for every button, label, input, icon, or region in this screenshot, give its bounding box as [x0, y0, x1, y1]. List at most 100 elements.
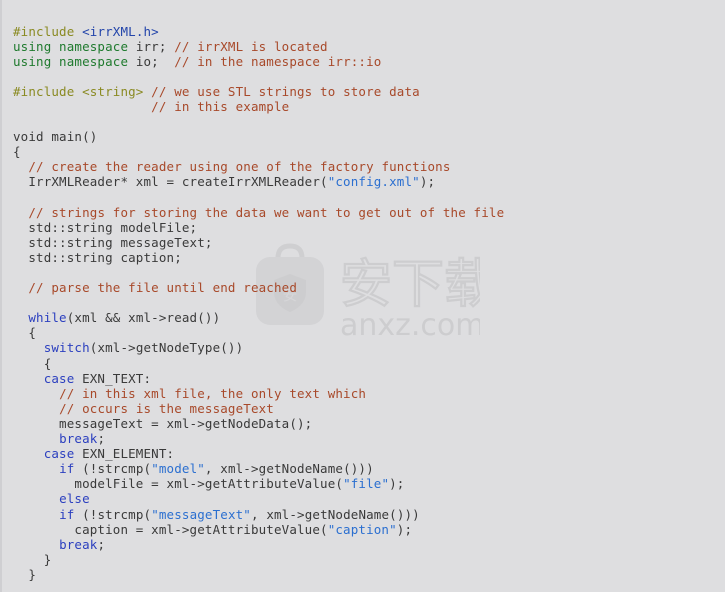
code-line: if (!strcmp("messageText", xml->getNodeN… — [13, 507, 725, 522]
code-token-pln: std::string caption; — [13, 249, 182, 265]
code-token-pln — [13, 491, 59, 506]
code-token-pln — [13, 461, 59, 476]
code-snippet-viewer: 安 安下载 anxz.com #include <irrXML.h> using… — [0, 0, 725, 592]
code-token-pln: std::string modelFile; — [13, 219, 198, 235]
code-token-pln: EXN_TEXT: — [74, 370, 152, 386]
code-token-kw: case — [43, 370, 75, 386]
code-token-pln — [13, 99, 151, 114]
code-line: { — [13, 325, 725, 340]
code-token-kw: case — [43, 446, 75, 462]
code-token-pln: { — [13, 144, 21, 160]
code-token-pln — [13, 159, 28, 174]
code-token-pln: (xml->getNodeType()) — [89, 340, 244, 356]
code-line: // in this example — [13, 99, 725, 114]
code-token-pln: messageText = xml->getNodeData(); — [13, 415, 313, 431]
code-token-pln: std::string messageText; — [13, 234, 213, 250]
code-line: // strings for storing the data we want … — [13, 205, 725, 220]
code-line: modelFile = xml->getAttributeValue("file… — [13, 476, 725, 491]
code-line: std::string caption; — [13, 250, 725, 265]
code-token-pln: ); — [389, 476, 405, 492]
code-line: void main() — [13, 129, 725, 144]
code-token-ns: using namespace — [13, 53, 129, 69]
code-token-pln — [13, 280, 28, 295]
code-token-pln: (!strcmp( — [74, 506, 152, 522]
code-token-str: "caption" — [327, 521, 397, 537]
code-token-pln — [13, 386, 59, 401]
code-token-pln: } — [13, 551, 52, 567]
code-token-pln: (!strcmp( — [74, 461, 152, 477]
code-token-pln — [13, 371, 44, 386]
code-token-pln: ; — [97, 431, 106, 447]
code-token-pln: } — [13, 566, 37, 582]
code-token-ns: using namespace — [13, 38, 129, 54]
code-token-str: "model" — [151, 461, 205, 477]
code-line: } — [13, 552, 725, 567]
code-token-pln: (xml && xml->read()) — [66, 310, 221, 326]
code-token-pln: irr; — [128, 38, 175, 54]
code-line: // parse the file until end reached — [13, 280, 725, 295]
code-token-pln — [13, 401, 59, 416]
code-line: break; — [13, 537, 725, 552]
code-line: } — [13, 567, 725, 582]
code-token-kw: switch — [43, 340, 90, 356]
code-token-pln: ; — [97, 536, 106, 552]
code-token-pre: #include <string> — [13, 83, 152, 99]
code-token-pln: IrrXMLReader* xml = createIrrXMLReader( — [13, 174, 328, 190]
code-line: { — [13, 144, 725, 159]
code-line: { — [13, 356, 725, 371]
code-line: break; — [13, 431, 725, 446]
code-token-pln — [13, 340, 44, 355]
code-line: #include <string> // we use STL strings … — [13, 84, 725, 99]
code-line: #include <irrXML.h> — [13, 24, 725, 39]
code-token-pln — [13, 446, 44, 461]
code-token-cmt: // occurs is the messageText — [59, 400, 274, 416]
code-token-kw: if — [59, 506, 75, 522]
code-line: // create the reader using one of the fa… — [13, 159, 725, 174]
code-line: case EXN_ELEMENT: — [13, 446, 725, 461]
code-token-pln: EXN_ELEMENT: — [74, 446, 175, 462]
code-token-pln: ); — [419, 174, 436, 190]
code-line: case EXN_TEXT: — [13, 371, 725, 386]
code-token-pln — [13, 537, 59, 552]
code-token-inc: <irrXML.h> — [82, 23, 159, 39]
code-token-kw: if — [59, 461, 75, 477]
code-line: while(xml && xml->read()) — [13, 310, 725, 325]
code-line: using namespace irr; // irrXML is locate… — [13, 39, 725, 54]
code-token-kw: break — [59, 536, 98, 552]
code-line: caption = xml->getAttributeValue("captio… — [13, 522, 725, 537]
code-token-cmt: // in the namespace irr::io — [174, 53, 382, 69]
code-line: std::string modelFile; — [13, 220, 725, 235]
code-line: // occurs is the messageText — [13, 401, 725, 416]
code-line: using namespace io; // in the namespace … — [13, 54, 725, 69]
code-block[interactable]: #include <irrXML.h> using namespace irr;… — [2, 13, 725, 592]
code-token-cmt: // in this xml file, the only text which — [59, 385, 367, 401]
code-line: switch(xml->getNodeType()) — [13, 340, 725, 355]
code-token-pln: { — [13, 355, 52, 371]
code-token-pre: #include — [13, 23, 83, 39]
code-token-kw: while — [28, 310, 67, 326]
code-token-cmt: // create the reader using one of the fa… — [28, 159, 451, 175]
code-token-cmt: // strings for storing the data we want … — [28, 204, 505, 220]
code-token-pln: caption = xml->getAttributeValue( — [13, 521, 328, 537]
code-token-pln: modelFile = xml->getAttributeValue( — [13, 476, 344, 492]
code-token-kw: else — [59, 491, 90, 507]
code-token-pln — [13, 205, 28, 220]
code-line: std::string messageText; — [13, 235, 725, 250]
code-line: IrrXMLReader* xml = createIrrXMLReader("… — [13, 174, 725, 189]
code-token-pln: void main() — [13, 129, 98, 145]
code-token-cmt: // irrXML is located — [174, 38, 328, 54]
code-token-kw: break — [59, 431, 98, 447]
code-token-str: "messageText" — [151, 506, 251, 522]
code-token-str: "file" — [343, 476, 390, 492]
code-token-pln: io; — [128, 53, 175, 69]
code-token-pln — [13, 310, 28, 325]
code-line: messageText = xml->getNodeData(); — [13, 416, 725, 431]
code-token-pln: { — [13, 325, 37, 341]
code-line: else — [13, 491, 725, 506]
